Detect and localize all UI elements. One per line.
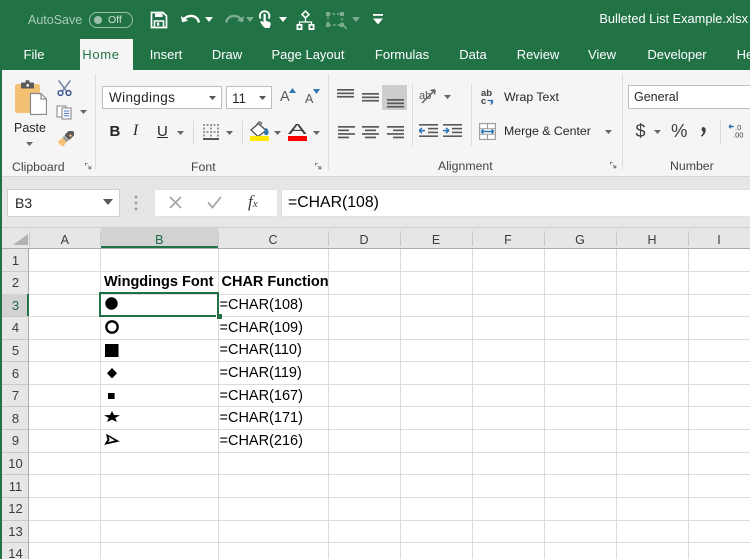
svg-text:.00: .00 [733, 131, 743, 139]
svg-text:c: c [481, 96, 486, 105]
